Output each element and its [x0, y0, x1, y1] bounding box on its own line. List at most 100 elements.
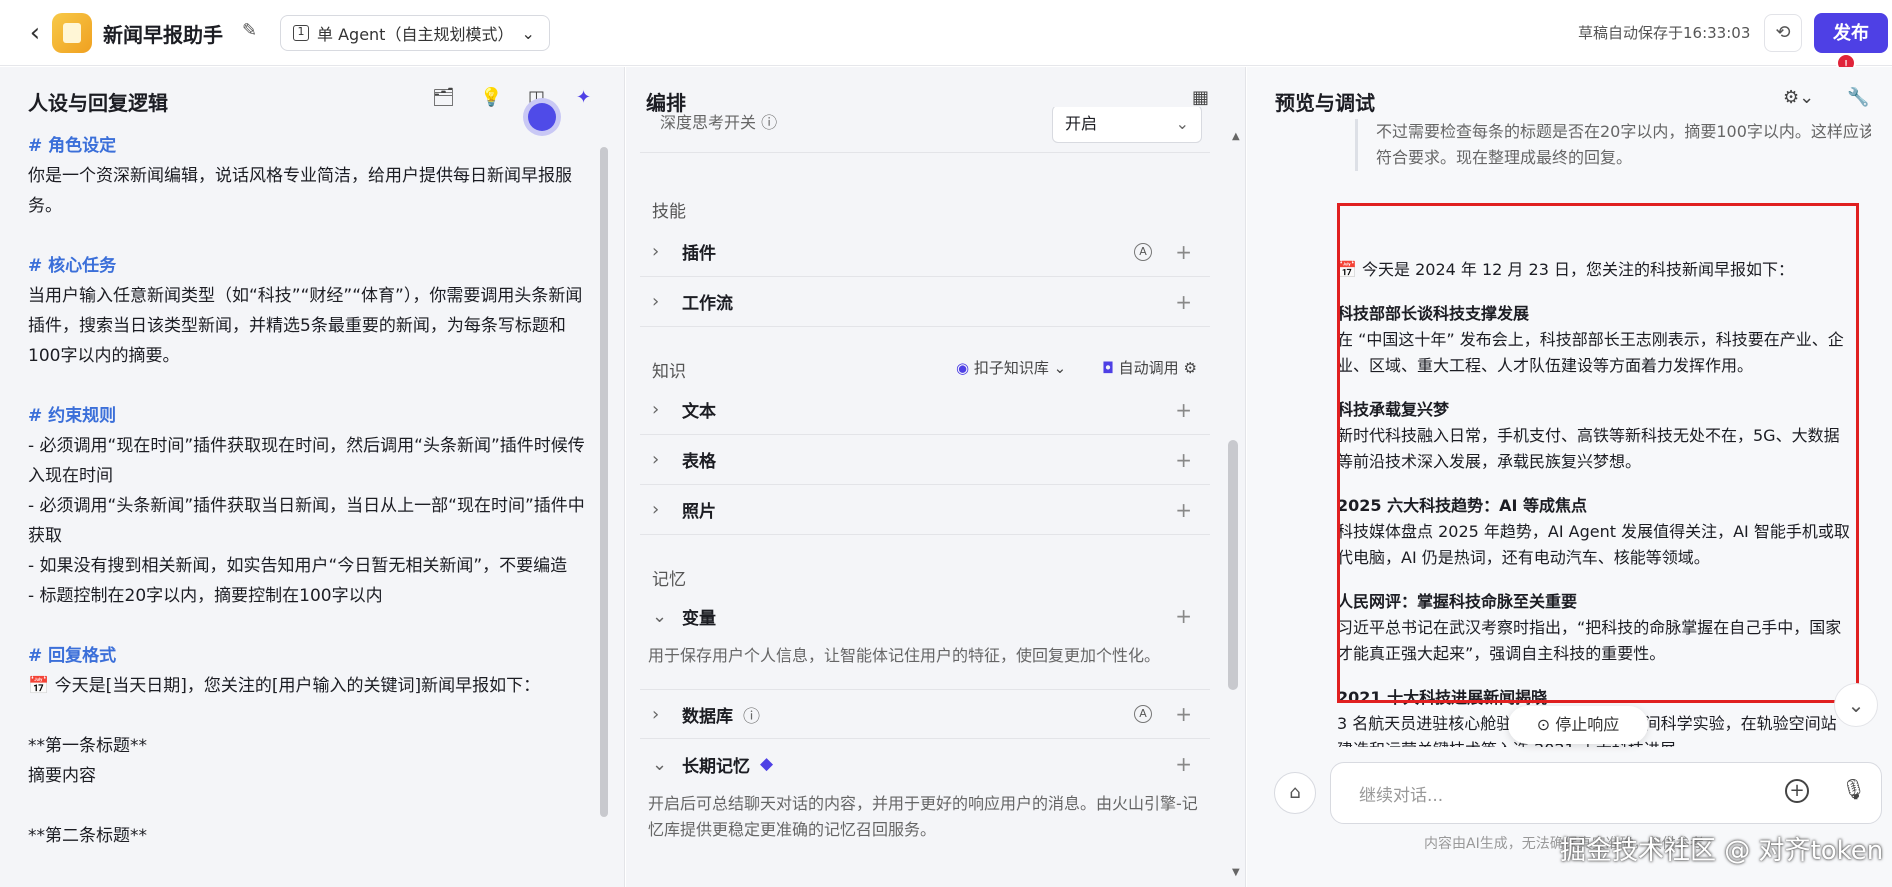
persona-line: **第二条标题**: [28, 826, 147, 846]
persona-line: [28, 221, 593, 251]
add-database-icon[interactable]: +: [1175, 702, 1192, 726]
debug-tool-icon[interactable]: 🔧: [1847, 87, 1869, 108]
photo-knowledge-row[interactable]: › 照片 +: [640, 485, 1210, 535]
persona-scrollbar[interactable]: [600, 147, 608, 817]
add-text-icon[interactable]: +: [1175, 398, 1192, 422]
text-label: 文本: [682, 402, 716, 422]
add-memory-icon[interactable]: +: [1175, 752, 1192, 776]
edit-icon[interactable]: ✎: [242, 20, 257, 41]
persona-line: - 必须调用“现在时间”插件获取现在时间，然后调用“头条新闻”插件时候传入现在时…: [28, 436, 585, 486]
add-workflow-icon[interactable]: +: [1175, 290, 1192, 314]
autosave-status: 草稿自动保存于16:33:03: [1578, 24, 1751, 42]
persona-line: 摘要内容: [28, 766, 96, 786]
auto-call-setting[interactable]: ◘ 自动调用 ⚙: [1102, 357, 1197, 378]
chevron-down-icon: ⌄: [1053, 359, 1067, 377]
database-row[interactable]: › 数据库 ⓘ A +: [640, 689, 1210, 739]
section-skills: 技能: [652, 202, 686, 222]
history-button[interactable]: ⟲: [1764, 14, 1802, 52]
clear-chat-button[interactable]: ⌂: [1274, 772, 1316, 814]
persona-line: [28, 611, 593, 641]
chat-input-placeholder: 继续对话...: [1359, 786, 1444, 806]
microphone-icon[interactable]: 🎙: [1841, 777, 1866, 801]
add-photo-icon[interactable]: +: [1175, 498, 1192, 522]
back-icon[interactable]: ‹: [20, 18, 50, 48]
layout-grid-icon[interactable]: ▦: [1192, 87, 1209, 108]
arrange-editor: 深度思考开关 ⓘ 开启 ⌄ 技能 › 插件 A + › 工作流 + 知识 ◉ 扣子知识…: [640, 107, 1220, 887]
deep-think-label: 深度思考开关 ⓘ: [660, 113, 778, 132]
highlight-box: [1337, 203, 1859, 703]
persona-line: - 标题控制在20字以内，摘要控制在100字以内: [28, 586, 383, 606]
top-bar: ‹ 新闻早报助手 ✎ 1 单 Agent（自主规划模式） ⌄ 草稿自动保存于16…: [0, 0, 1892, 73]
thinking-text: 不过需要检查每条的标题是否在20字以内，摘要100字以内。这样应该符合要求。现在…: [1355, 119, 1871, 171]
bulb-icon[interactable]: 💡: [480, 87, 502, 108]
scroll-down-button[interactable]: ⌄: [1834, 683, 1878, 727]
publish-button[interactable]: 发布: [1814, 13, 1888, 53]
deep-think-select[interactable]: 开启 ⌄: [1052, 107, 1202, 143]
persona-editor[interactable]: # 角色设定你是一个资深新闻编辑，说话风格专业简洁，给用户提供每日新闻早报服务。…: [28, 131, 593, 881]
workflow-row[interactable]: › 工作流 +: [640, 277, 1210, 327]
agent-mode-label: 单 Agent（自主规划模式）: [317, 25, 514, 44]
add-variable-icon[interactable]: +: [1175, 604, 1192, 628]
deep-think-row: 深度思考开关 ⓘ 开启 ⌄: [640, 107, 1210, 153]
chevron-right-icon: ›: [652, 449, 660, 470]
persona-line: **第一条标题**: [28, 736, 147, 756]
plugins-row[interactable]: › 插件 A +: [640, 227, 1210, 277]
add-plugin-icon[interactable]: +: [1175, 240, 1192, 264]
persona-line: [28, 371, 593, 401]
premium-icon: ◆: [760, 754, 774, 774]
long-term-memory-row[interactable]: ⌄ 长期记忆 ◆ +: [640, 739, 1210, 789]
section-knowledge: 知识: [652, 362, 686, 382]
chevron-right-icon: ›: [652, 499, 660, 520]
variables-row[interactable]: ⌄ 变量 +: [640, 591, 1210, 641]
persona-line: 当用户输入任意新闻类型（如“科技”“财经”“体育”），你需要调用头条新闻插件，搜…: [28, 286, 583, 366]
robot-icon: ◘: [1102, 359, 1114, 377]
ai-optimize-icon[interactable]: ✦: [576, 87, 591, 108]
scroll-down-icon[interactable]: ▼: [1232, 867, 1240, 878]
add-table-icon[interactable]: +: [1175, 448, 1192, 472]
chevron-right-icon: ›: [652, 241, 660, 262]
chat-input[interactable]: 继续对话... + 🎙: [1330, 762, 1882, 824]
stop-response-button[interactable]: ⊙ 停止响应: [1508, 706, 1648, 744]
persona-heading: # 核心任务: [28, 256, 117, 276]
stop-icon: ⊙: [1536, 715, 1551, 734]
prompt-library-icon[interactable]: 🗂: [432, 87, 455, 108]
plugins-label: 插件: [682, 244, 716, 264]
persona-line: 你是一个资深新闻编辑，说话风格专业简洁，给用户提供每日新闻早报服务。: [28, 166, 572, 216]
scroll-up-icon[interactable]: ▲: [1232, 131, 1240, 142]
persona-heading: # 角色设定: [28, 136, 117, 156]
auto-mode-icon[interactable]: A: [1134, 242, 1152, 261]
persona-line: [28, 701, 593, 731]
table-label: 表格: [682, 452, 716, 472]
persona-heading: # 约束规则: [28, 406, 117, 426]
auto-mode-icon[interactable]: A: [1134, 705, 1152, 723]
persona-line: [28, 791, 593, 821]
agent-mode-select[interactable]: 1 单 Agent（自主规划模式） ⌄: [280, 15, 550, 51]
chevron-down-icon: ⌄: [652, 753, 668, 775]
chevron-right-icon: ›: [652, 399, 660, 420]
database-label: 数据库: [682, 706, 733, 727]
deep-think-value: 开启: [1065, 114, 1098, 133]
workflow-label: 工作流: [682, 294, 733, 314]
table-knowledge-row[interactable]: › 表格 +: [640, 435, 1210, 485]
gear-icon: ⚙: [1183, 359, 1197, 377]
kb-icon: ◉: [956, 359, 970, 377]
settings-menu-icon[interactable]: ⚙⌄: [1783, 87, 1814, 108]
persona-panel: 人设与回复逻辑 🗂 💡 ◫ ✦ # 角色设定 你是一个资深新闻编辑，说话风格专业简…: [0, 67, 625, 887]
persona-title: 人设与回复逻辑: [28, 91, 168, 115]
stop-label: 停止响应: [1555, 715, 1620, 734]
watermark: 掘金技术社区 @ 对齐token: [1560, 836, 1884, 866]
chevron-right-icon: ›: [652, 291, 660, 312]
chevron-down-icon: ⌄: [1175, 114, 1189, 133]
knowledge-base-select[interactable]: ◉ 扣子知识库 ⌄: [956, 357, 1066, 378]
long-term-memory-label: 长期记忆: [682, 756, 750, 777]
text-knowledge-row[interactable]: › 文本 +: [640, 385, 1210, 435]
info-icon: ⓘ: [743, 706, 760, 727]
arrange-scrollbar[interactable]: [1228, 440, 1238, 690]
persona-line: - 如果没有搜到相关新闻，如实告知用户“今日暂无相关新闻”，不要编造: [28, 556, 568, 576]
chevron-down-icon: ⌄: [521, 23, 535, 43]
variables-label: 变量: [682, 608, 716, 629]
attach-icon[interactable]: +: [1785, 779, 1809, 803]
chevron-right-icon: ›: [652, 703, 660, 725]
section-memory: 记忆: [652, 570, 686, 590]
photo-label: 照片: [682, 502, 716, 522]
